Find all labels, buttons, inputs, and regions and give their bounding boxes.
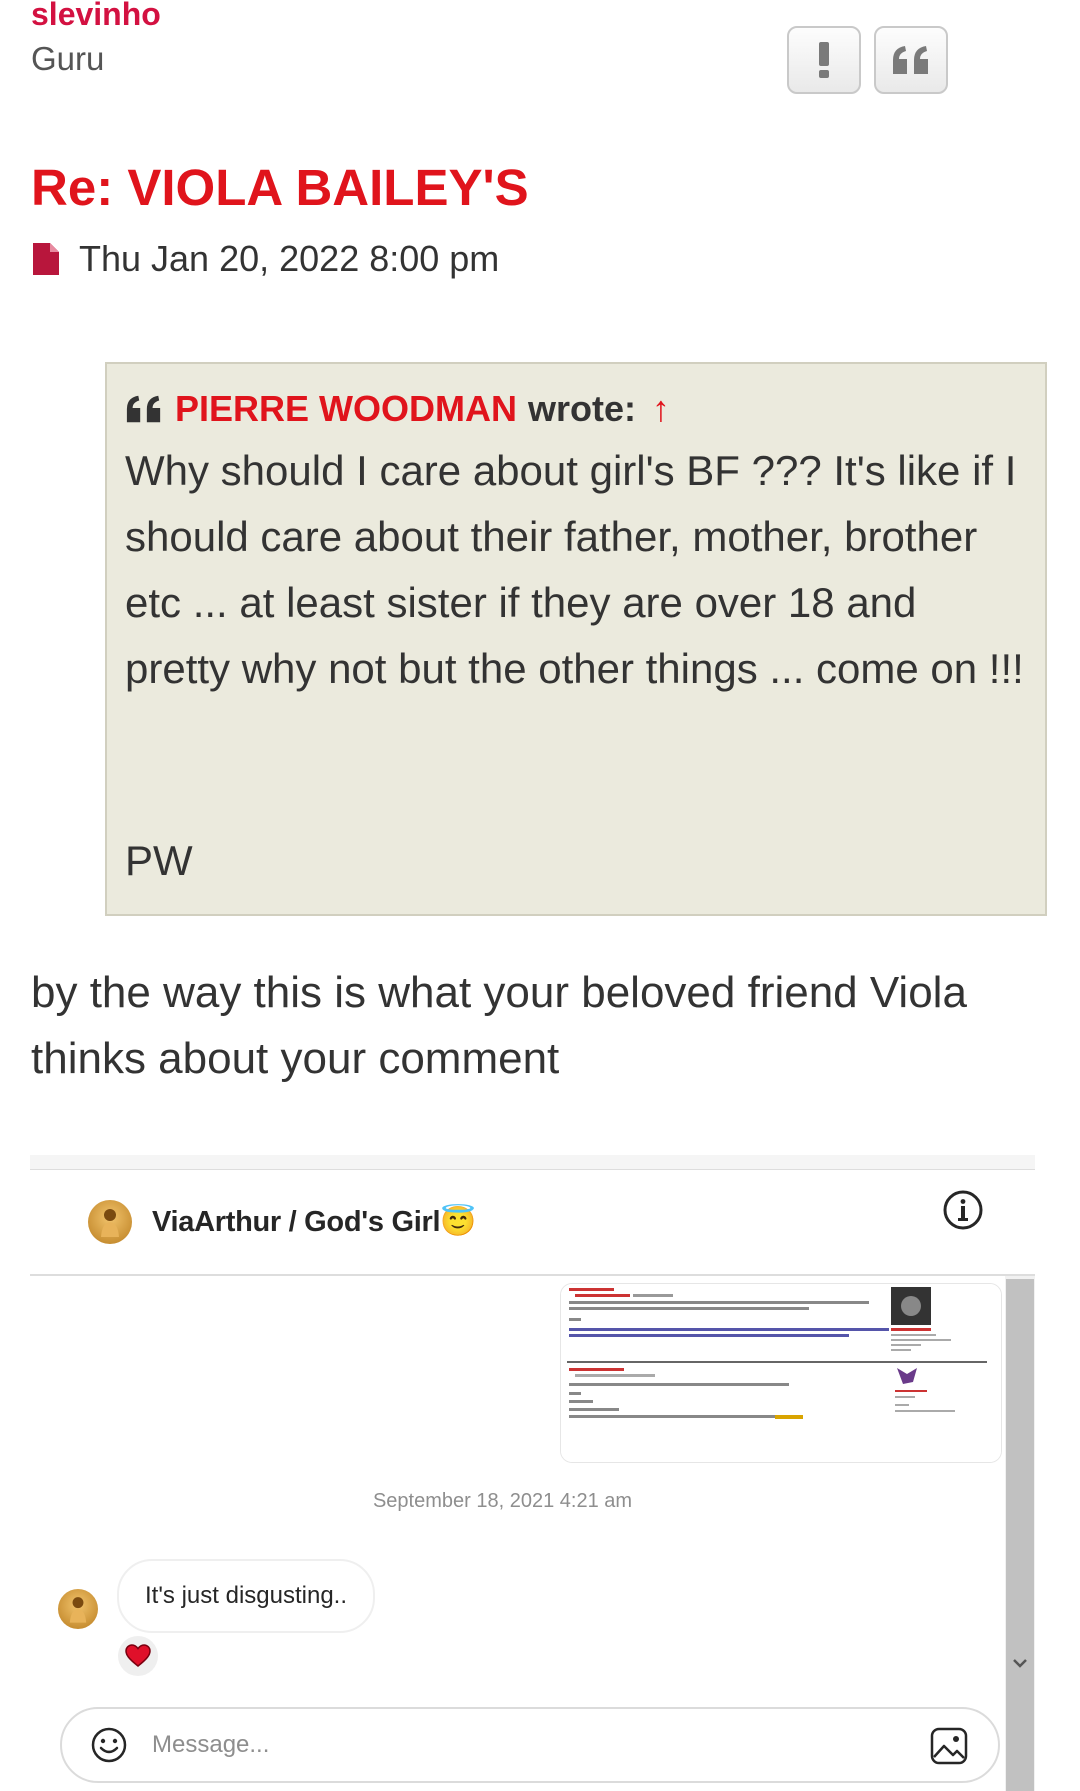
chat-avatar[interactable]: [88, 1199, 132, 1244]
quote-text: Why should I care about girl's BF ??? It…: [125, 447, 1024, 692]
embedded-screenshot: ViaArthur / God's Girl😇 September 18, 20…: [30, 1155, 1035, 1791]
scrollbar-thumb[interactable]: [1006, 1279, 1034, 1791]
quote-block: PIERRE WOODMAN wrote: ↑ Why should I car…: [105, 362, 1047, 916]
quote-author[interactable]: PIERRE WOODMAN: [175, 388, 517, 430]
post-title[interactable]: Re: VIOLA BAILEY'S: [31, 158, 529, 217]
message-avatar[interactable]: [58, 1589, 98, 1629]
screenshot-top-edge: [30, 1155, 1035, 1170]
message-bubble[interactable]: It's just disgusting..: [117, 1559, 376, 1633]
info-icon[interactable]: [942, 1189, 984, 1231]
quote-wrote-label: wrote:: [528, 388, 636, 429]
exclamation-icon: [819, 42, 829, 78]
heart-icon: [125, 1644, 151, 1667]
quote-jump-link[interactable]: ↑: [652, 388, 670, 430]
post-file-icon[interactable]: [33, 243, 59, 275]
quote-signature: PW: [125, 837, 193, 884]
author-rank: Guru: [31, 40, 105, 77]
scroll-down-icon[interactable]: [1012, 1657, 1028, 1669]
quote-button[interactable]: [874, 26, 948, 94]
message-text: It's just disgusting..: [145, 1582, 348, 1609]
report-button[interactable]: [787, 26, 861, 94]
chat-timestamp: September 18, 2021 4:21 am: [30, 1490, 1035, 1513]
person-silhouette-icon: [101, 1208, 119, 1237]
quote-icon: [893, 46, 928, 74]
shared-image-message[interactable]: [560, 1283, 1002, 1463]
message-input-bar[interactable]: Message...: [60, 1707, 1000, 1783]
chat-header: ViaArthur / God's Girl😇: [30, 1169, 1035, 1276]
quote-header: PIERRE WOODMAN wrote: ↑: [125, 388, 1025, 430]
message-input[interactable]: Message...: [152, 1731, 269, 1759]
halo-emoji: 😇: [440, 1205, 477, 1238]
post-body-text: by the way this is what your beloved fri…: [31, 968, 967, 1083]
forum-screenshot-thumbnail: [561, 1284, 1001, 1462]
quote-mark-icon: [126, 395, 161, 423]
message-reaction[interactable]: [118, 1636, 158, 1676]
post-meta: Thu Jan 20, 2022 8:00 pm: [33, 238, 499, 280]
chat-name-text: ViaArthur / God's Girl: [152, 1205, 441, 1238]
person-silhouette-icon: [69, 1597, 87, 1623]
chat-timestamp-text: September 18, 2021 4:21 am: [372, 1490, 633, 1512]
post-author[interactable]: slevinho: [31, 0, 161, 33]
emoji-icon[interactable]: [90, 1726, 128, 1764]
image-upload-icon[interactable]: [930, 1727, 968, 1765]
post-datetime: Thu Jan 20, 2022 8:00 pm: [79, 238, 500, 279]
chat-name[interactable]: ViaArthur / God's Girl😇: [152, 1205, 476, 1239]
